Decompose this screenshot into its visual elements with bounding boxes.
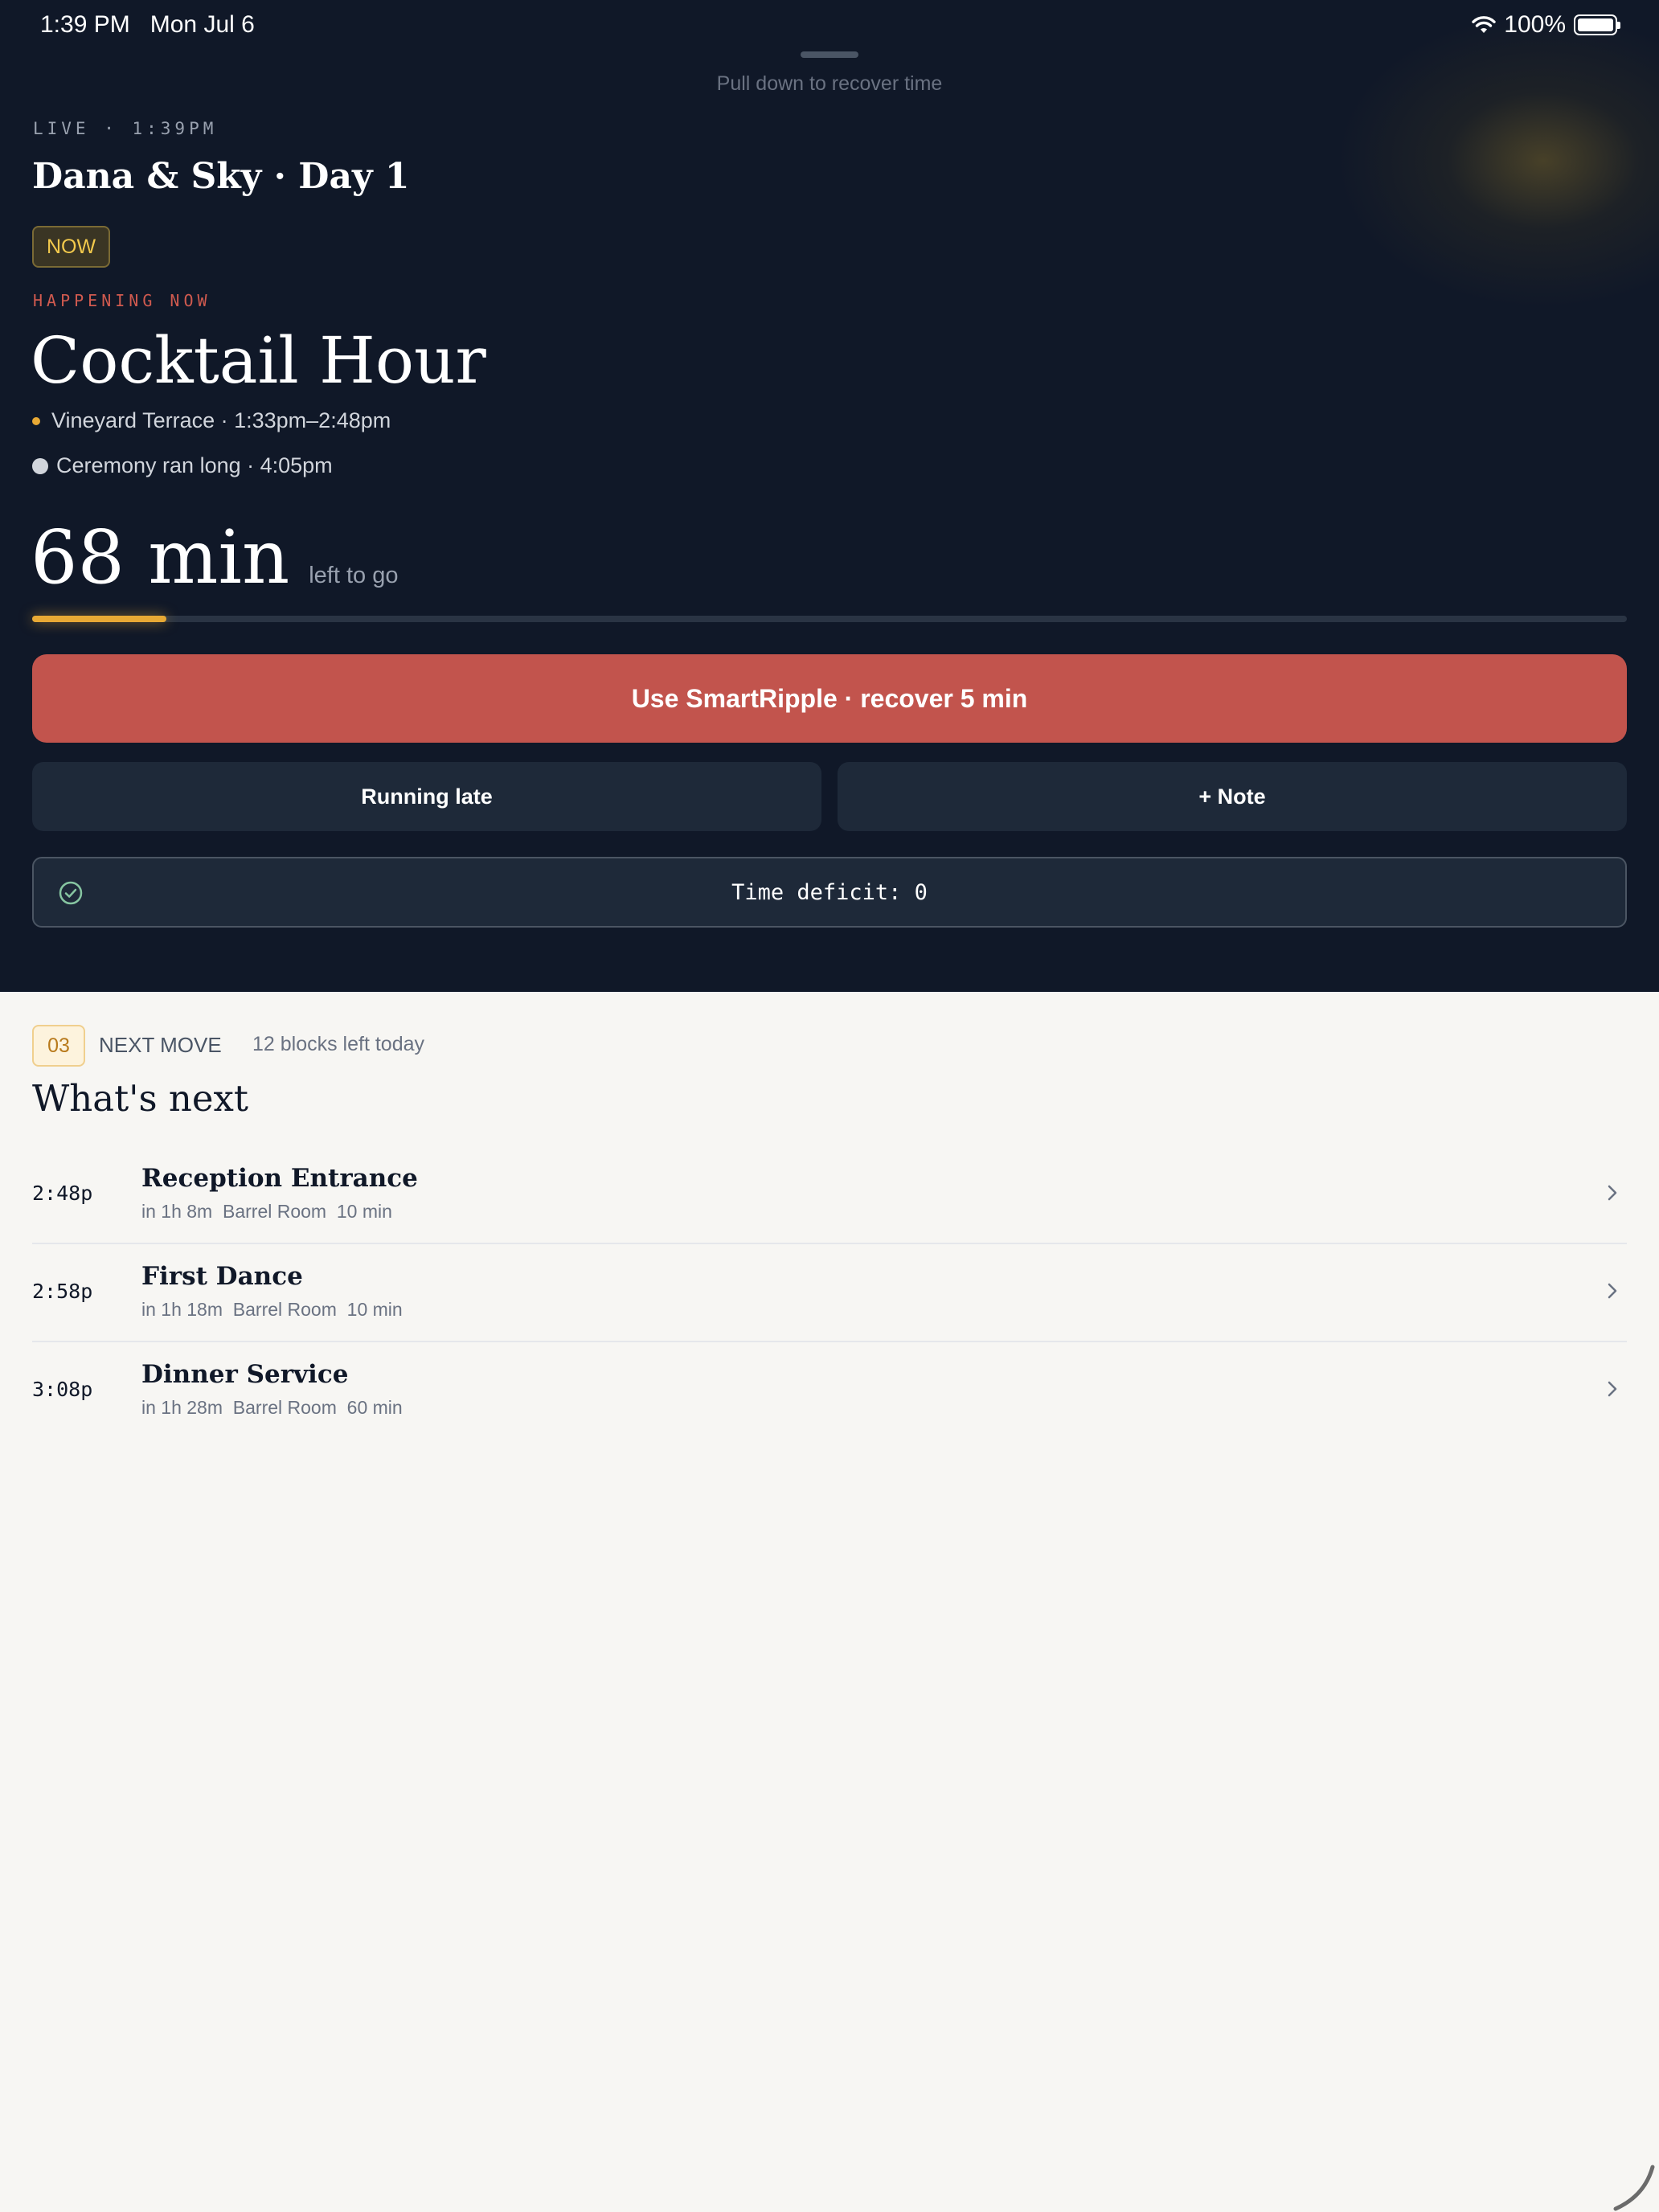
time-remaining: 68 min left to go	[31, 514, 398, 600]
whats-next-heading: What's next	[32, 1077, 248, 1120]
remaining-label: left to go	[309, 563, 399, 588]
check-circle-icon	[59, 881, 83, 905]
now-badge: NOW	[32, 226, 111, 268]
status-bar-time: 1:39 PM Mon Jul 6	[40, 11, 255, 39]
upcoming-list: 2:48p Reception Entrance in 1h 8m Barrel…	[32, 1146, 1627, 1440]
time-deficit-text: Time deficit: 0	[731, 879, 928, 905]
chevron-right-icon	[1608, 1283, 1617, 1299]
item-time: 2:48p	[32, 1182, 93, 1205]
battery-icon	[1574, 14, 1620, 35]
item-title: First Dance	[141, 1262, 303, 1291]
next-move-label: NEXT MOVE	[99, 1033, 222, 1057]
delay-note-text: Ceremony ran long · 4:05pm	[56, 453, 333, 477]
item-time: 3:08p	[32, 1378, 93, 1401]
status-dot-icon	[32, 416, 40, 425]
battery-percent: 100%	[1504, 11, 1566, 38]
list-item[interactable]: 2:58p First Dance in 1h 18m Barrel Room …	[32, 1244, 1627, 1342]
delay-dot-icon	[32, 457, 48, 474]
list-item[interactable]: 3:08p Dinner Service in 1h 28m Barrel Ro…	[32, 1342, 1627, 1440]
chevron-right-icon	[1608, 1185, 1617, 1201]
current-block-title: Cocktail Hour	[31, 323, 486, 398]
next-move-badge: 03	[32, 1025, 85, 1067]
happening-now-label: HAPPENING NOW	[33, 291, 211, 310]
add-note-button[interactable]: + Note	[838, 762, 1627, 831]
smartripple-button[interactable]: Use SmartRipple · recover 5 min	[32, 654, 1627, 743]
live-panel: 1:39 PM Mon Jul 6 100% Pull down to reco…	[0, 0, 1659, 992]
item-meta: in 1h 8m Barrel Room 10 min	[141, 1201, 392, 1222]
status-time-text: 1:39 PM	[40, 11, 130, 38]
time-deficit-bar: Time deficit: 0	[32, 857, 1627, 928]
status-date-text: Mon Jul 6	[150, 11, 255, 38]
item-meta: in 1h 18m Barrel Room 10 min	[141, 1299, 403, 1320]
event-title: Dana & Sky · Day 1	[32, 156, 410, 197]
item-time: 2:58p	[32, 1280, 93, 1303]
chevron-right-icon	[1608, 1381, 1617, 1397]
corner-gesture-icon[interactable]	[1612, 2162, 1657, 2212]
item-meta: in 1h 28m Barrel Room 60 min	[141, 1397, 403, 1418]
list-item[interactable]: 2:48p Reception Entrance in 1h 8m Barrel…	[32, 1146, 1627, 1244]
item-title: Dinner Service	[141, 1360, 349, 1389]
remaining-value: 68 min	[31, 514, 290, 600]
pull-handle[interactable]	[801, 51, 858, 58]
running-late-button[interactable]: Running late	[32, 762, 821, 831]
wifi-icon	[1472, 16, 1496, 33]
progress-bar-fill	[32, 616, 166, 622]
status-bar-right: 100%	[1472, 11, 1620, 39]
ambient-glow	[1318, 0, 1659, 322]
progress-bar	[32, 616, 1627, 622]
location-row: Vineyard Terrace · 1:33pm–2:48pm	[32, 408, 391, 433]
pull-hint: Pull down to recover time	[716, 72, 943, 95]
item-title: Reception Entrance	[141, 1164, 418, 1193]
location-time-text: Vineyard Terrace · 1:33pm–2:48pm	[51, 408, 391, 432]
blocks-left-text: 12 blocks left today	[252, 1033, 425, 1055]
live-label: LIVE · 1:39PM	[33, 119, 218, 138]
delay-note-row: Ceremony ran long · 4:05pm	[32, 453, 333, 478]
